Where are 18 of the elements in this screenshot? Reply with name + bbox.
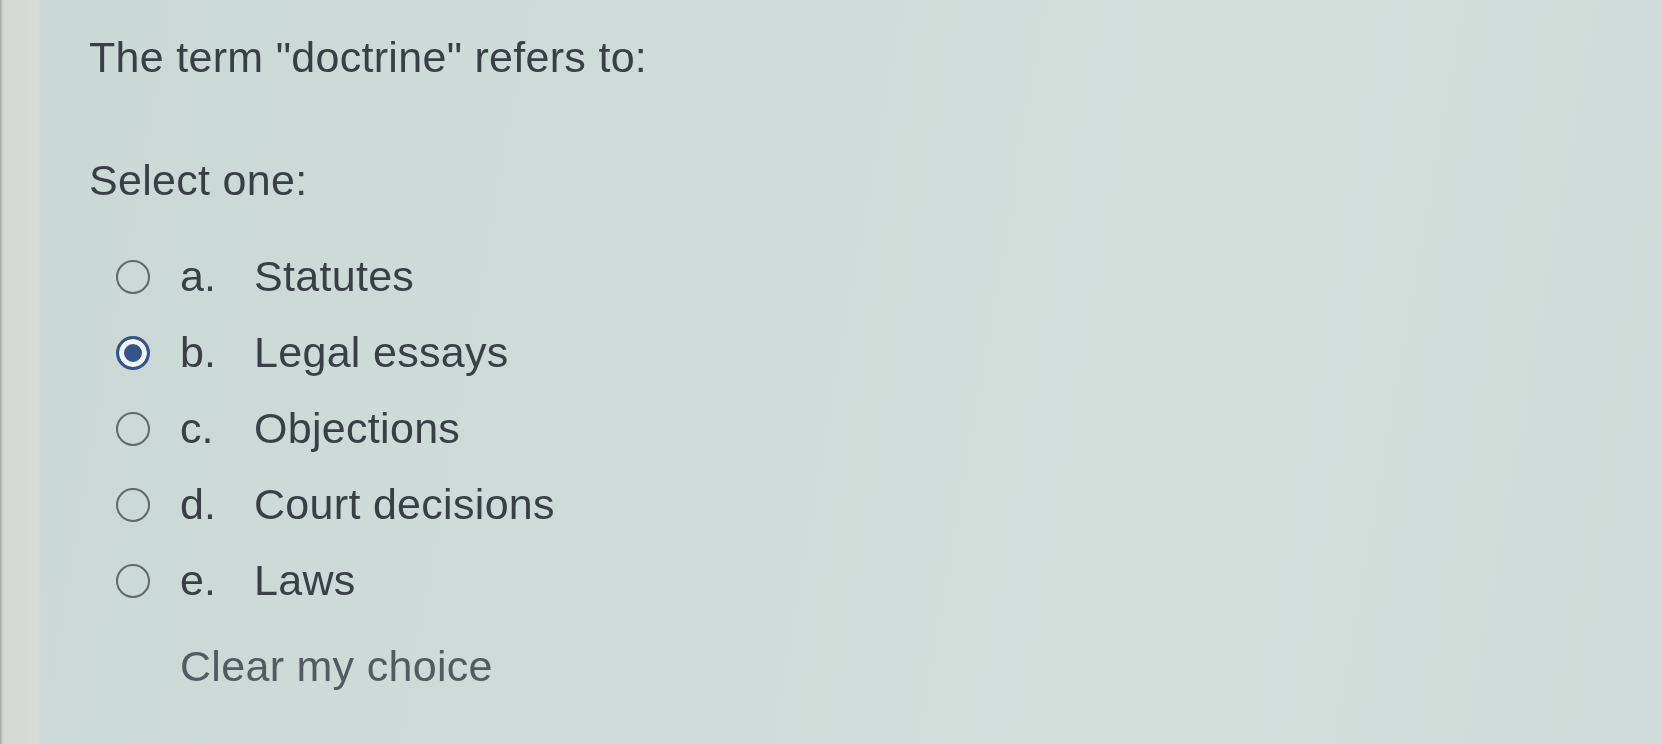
prompt-text: Select one: bbox=[89, 154, 308, 206]
option-label[interactable]: Court decisions bbox=[254, 479, 555, 531]
option-letter: d. bbox=[180, 479, 216, 531]
option-letter: a. bbox=[180, 251, 216, 303]
option-label[interactable]: Objections bbox=[254, 403, 461, 455]
option-label[interactable]: Laws bbox=[254, 555, 356, 607]
radio-button[interactable] bbox=[116, 336, 150, 371]
option-letter: e. bbox=[180, 555, 216, 607]
option-letter: b. bbox=[180, 327, 216, 379]
clear-choice-link[interactable]: Clear my choice bbox=[180, 642, 493, 691]
radio-button[interactable] bbox=[116, 488, 150, 523]
question-text: The term "doctrine" refers to: bbox=[89, 32, 648, 83]
radio-button[interactable] bbox=[116, 564, 150, 599]
option-label[interactable]: Legal essays bbox=[254, 327, 509, 379]
radio-button[interactable] bbox=[116, 260, 150, 295]
radio-button[interactable] bbox=[116, 412, 150, 447]
option-label[interactable]: Statutes bbox=[254, 251, 415, 303]
option-letter: c. bbox=[180, 403, 214, 455]
